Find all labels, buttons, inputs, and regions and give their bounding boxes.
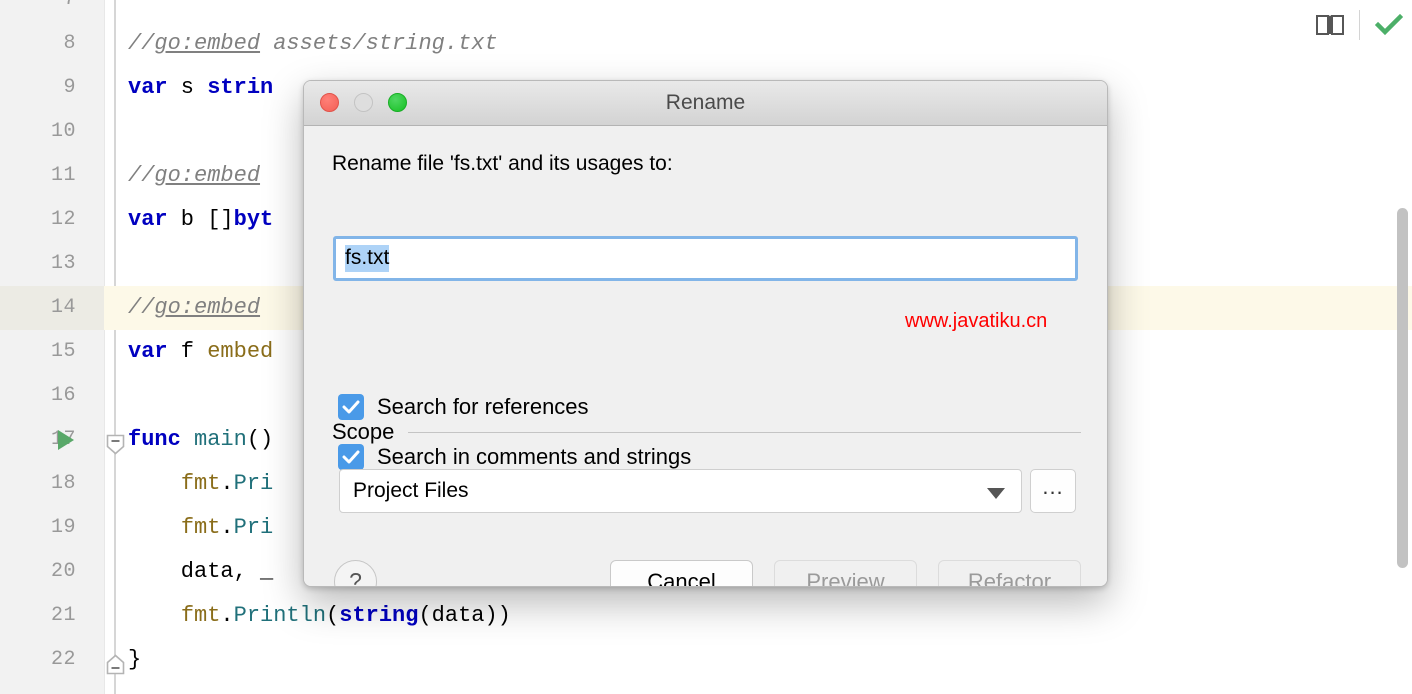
code-text: fmt.Pri bbox=[128, 462, 273, 506]
scope-label: Scope bbox=[332, 419, 394, 445]
vertical-scrollbar[interactable] bbox=[1394, 0, 1408, 694]
code-text: //go:embed bbox=[128, 286, 273, 330]
scope-browse-button[interactable]: ... bbox=[1030, 469, 1076, 513]
fold-end-icon[interactable] bbox=[106, 649, 125, 670]
new-name-input[interactable]: fs.txt bbox=[333, 236, 1078, 281]
code-text: var f embed bbox=[128, 330, 273, 374]
line-number: 19 bbox=[0, 506, 76, 550]
line-number: 13 bbox=[0, 242, 76, 286]
checkbox-checked-icon[interactable] bbox=[338, 394, 364, 420]
line-number: 10 bbox=[0, 110, 76, 154]
watermark-text: www.javatiku.cn bbox=[905, 310, 1047, 333]
dialog-body: Rename file 'fs.txt' and its usages to: … bbox=[304, 126, 1107, 586]
refactor-button[interactable]: Refactor bbox=[938, 560, 1081, 587]
chevron-down-icon bbox=[987, 488, 1005, 499]
help-button[interactable]: ? bbox=[334, 560, 377, 587]
search-for-references-label: Search for references bbox=[377, 394, 589, 420]
code-text: var b []byt bbox=[128, 198, 273, 242]
code-line: 22} bbox=[0, 638, 1412, 682]
line-number: 22 bbox=[0, 638, 76, 682]
code-text: //go:embed bbox=[128, 154, 273, 198]
search-in-comments-checkbox-row[interactable]: Search in comments and strings bbox=[338, 444, 691, 470]
toolbar-divider bbox=[1359, 10, 1360, 40]
code-line: 7 bbox=[0, 0, 1412, 22]
search-in-comments-label: Search in comments and strings bbox=[377, 444, 691, 470]
dialog-button-bar: Cancel Preview Refactor bbox=[610, 560, 1081, 587]
code-text: data, _ bbox=[128, 550, 273, 594]
fold-collapse-icon[interactable] bbox=[106, 429, 125, 450]
new-name-value: fs.txt bbox=[345, 245, 389, 272]
line-number: 14 bbox=[0, 286, 76, 330]
rename-prompt: Rename file 'fs.txt' and its usages to: bbox=[332, 152, 673, 176]
scrollbar-thumb[interactable] bbox=[1397, 208, 1408, 568]
line-number: 7 bbox=[0, 0, 76, 22]
code-line: 8 //go:embed assets/string.txt bbox=[0, 22, 1412, 66]
checkbox-checked-icon[interactable] bbox=[338, 444, 364, 470]
line-number: 8 bbox=[0, 22, 76, 66]
rename-dialog: Rename Rename file 'fs.txt' and its usag… bbox=[303, 80, 1108, 587]
line-number: 11 bbox=[0, 154, 76, 198]
scope-separator bbox=[408, 432, 1081, 433]
preview-button[interactable]: Preview bbox=[774, 560, 917, 587]
line-number: 9 bbox=[0, 66, 76, 110]
line-number: 16 bbox=[0, 374, 76, 418]
code-text: func main() bbox=[128, 418, 273, 462]
dialog-titlebar[interactable]: Rename bbox=[304, 81, 1107, 126]
scope-dropdown[interactable]: Project Files bbox=[339, 469, 1022, 513]
line-number: 12 bbox=[0, 198, 76, 242]
code-text: fmt.Println(string(data)) bbox=[128, 594, 511, 638]
search-for-references-checkbox-row[interactable]: Search for references bbox=[338, 394, 589, 420]
code-line: 21 fmt.Println(string(data)) bbox=[0, 594, 1412, 638]
dialog-title: Rename bbox=[304, 81, 1107, 124]
line-number: 18 bbox=[0, 462, 76, 506]
code-text: var s strin bbox=[128, 66, 273, 110]
code-text: } bbox=[128, 638, 141, 682]
code-text: //go:embed assets/string.txt bbox=[128, 22, 498, 66]
line-number: 21 bbox=[0, 594, 76, 638]
scope-section-header: Scope bbox=[332, 419, 1081, 445]
run-gutter-icon[interactable] bbox=[58, 430, 74, 450]
line-number: 15 bbox=[0, 330, 76, 374]
book-icon[interactable] bbox=[1307, 2, 1353, 48]
line-number: 20 bbox=[0, 550, 76, 594]
cancel-button[interactable]: Cancel bbox=[610, 560, 753, 587]
code-text: fmt.Pri bbox=[128, 506, 273, 550]
scope-selected-value: Project Files bbox=[353, 479, 469, 503]
